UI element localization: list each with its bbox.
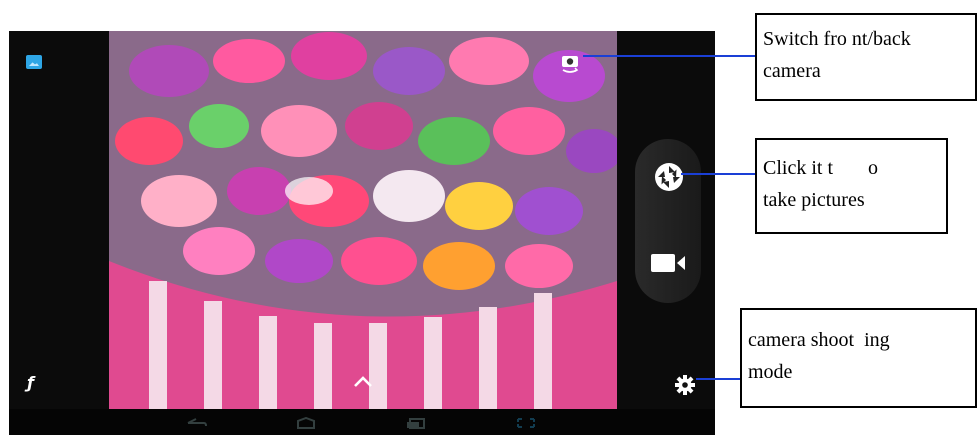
switch-camera-callout: Switch fro nt/back camera [755, 13, 977, 101]
home-icon[interactable] [294, 417, 318, 429]
system-navigation-bar [9, 409, 715, 435]
video-camera-icon[interactable] [649, 251, 687, 275]
manual-page: ƒ Switch fro nt/back camera Click it t o… [0, 0, 979, 435]
shutter-icon[interactable] [649, 157, 689, 197]
mode-leader-line [696, 378, 740, 380]
left-control-bar [9, 31, 109, 409]
shooting-mode-callout: camera shoot ing mode [740, 308, 977, 408]
camera-screen: ƒ [9, 31, 715, 435]
screenshot-icon[interactable] [514, 417, 538, 429]
take-picture-callout: Click it t o take pictures [755, 138, 948, 234]
recents-icon[interactable] [404, 417, 428, 429]
back-icon[interactable] [184, 417, 208, 429]
camera-viewfinder[interactable] [109, 31, 617, 409]
switch-camera-icon[interactable] [559, 51, 581, 73]
switch-camera-leader-line [583, 55, 755, 57]
candy-hearts-preview [109, 31, 617, 409]
gallery-thumbnail-icon[interactable] [26, 55, 42, 69]
gear-icon[interactable] [674, 374, 696, 396]
chevron-up-icon[interactable] [352, 374, 374, 388]
flash-icon[interactable]: ƒ [27, 373, 47, 393]
shutter-leader-line [681, 173, 755, 175]
